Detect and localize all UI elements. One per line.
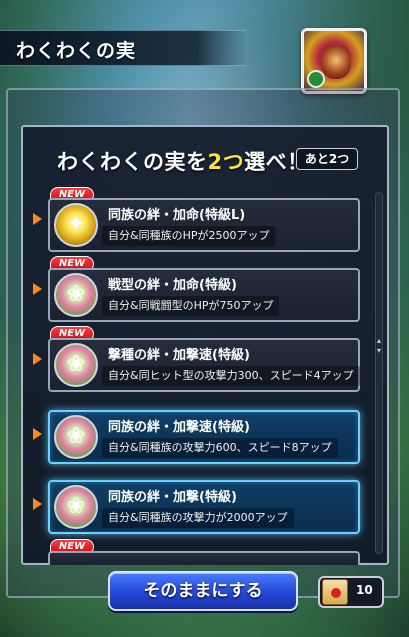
fruit-name: 同族の絆・加撃速(特級) (108, 420, 250, 435)
fruit-option-3[interactable]: ❀ 撃種の絆・加撃速(特級) 自分&同ヒット型の攻撃力300、スピード4アップ (48, 338, 360, 392)
pointer-arrow-icon (33, 498, 42, 510)
lotus-fruit-icon: ❀ (54, 415, 98, 459)
keep-current-button[interactable]: そのままにする (108, 571, 298, 611)
heading-count: 2つ (207, 150, 245, 174)
pointer-arrow-icon (33, 428, 42, 440)
monster-avatar[interactable] (301, 28, 367, 94)
selection-heading: わくわくの実を2つ選べ！ (57, 146, 309, 176)
fruit-name: 戦型の絆・加命(特級) (108, 278, 237, 293)
fruit-description: 自分&同種族の攻撃力が2000アップ (102, 508, 294, 528)
lotus-fruit-icon: ❀ (54, 485, 98, 529)
remaining-counter: あと2つ (296, 148, 358, 170)
fruit-option-1[interactable]: ✦ 同族の絆・加命(特級L) 自分&同種族のHPが2500アップ (48, 198, 360, 252)
list-scrollbar[interactable] (375, 192, 383, 554)
pointer-arrow-icon (33, 283, 42, 295)
fruit-option-5[interactable]: ❀ 同族の絆・加撃(特級) 自分&同種族の攻撃力が2000アップ (48, 480, 360, 534)
fruit-description: 自分&同ヒット型の攻撃力300、スピード4アップ (102, 366, 360, 386)
pointer-arrow-icon (33, 213, 42, 225)
fruit-option-6[interactable] (48, 551, 360, 565)
scroll-item-counter[interactable]: 10 (318, 576, 384, 608)
fruit-name: 同族の絆・加撃(特級) (108, 490, 237, 505)
scroll-item-count: 10 (356, 583, 373, 597)
scroll-item-icon (322, 579, 348, 605)
fruit-option-2[interactable]: ❀ 戦型の絆・加命(特級) 自分&同戦闘型のHPが750アップ (48, 268, 360, 322)
element-badge-icon (307, 70, 325, 88)
pointer-arrow-icon (33, 353, 42, 365)
golden-fruit-icon: ✦ (54, 203, 98, 247)
title-bar: わくわくの実 (0, 30, 246, 66)
fruit-description: 自分&同戦闘型のHPが750アップ (102, 296, 280, 316)
lotus-fruit-icon: ❀ (54, 343, 98, 387)
fruit-name: 撃種の絆・加撃速(特級) (108, 348, 250, 363)
page-title: わくわくの実 (16, 40, 137, 62)
scroll-handle-icon[interactable]: ▴ ▾ (374, 336, 384, 356)
fruit-description: 自分&同種族のHPが2500アップ (102, 226, 276, 246)
fruit-option-4[interactable]: ❀ 同族の絆・加撃速(特級) 自分&同種族の攻撃力600、スピード8アップ (48, 410, 360, 464)
fruit-description: 自分&同種族の攻撃力600、スピード8アップ (102, 438, 338, 458)
heading-prefix: わくわくの実を (57, 150, 208, 174)
monster-portrait-icon (321, 45, 351, 79)
lotus-fruit-icon: ❀ (54, 273, 98, 317)
fruit-name: 同族の絆・加命(特級L) (108, 208, 246, 223)
